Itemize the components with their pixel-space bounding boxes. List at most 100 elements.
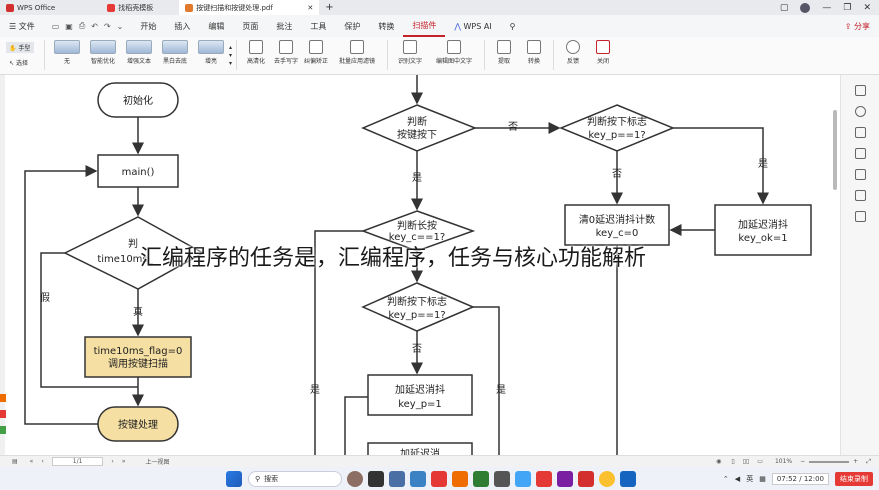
menu-start[interactable]: 开始 xyxy=(131,15,165,37)
fit-icon[interactable]: ▭ xyxy=(757,458,763,465)
undo-icon[interactable]: ↶ xyxy=(91,22,98,31)
batch-filter-label: 批量应用滤镜 xyxy=(339,58,376,65)
share-button[interactable]: ⇪ 分享 xyxy=(836,15,879,37)
windows-start-icon[interactable] xyxy=(226,470,242,487)
search-icon[interactable] xyxy=(854,106,866,117)
avatar[interactable] xyxy=(800,2,811,13)
app-icon[interactable] xyxy=(431,470,447,487)
tab-document[interactable]: 按键扫描和按键处理.pdf ✕ xyxy=(179,0,320,15)
settings-icon[interactable] xyxy=(854,85,866,96)
single-page-icon[interactable]: ▯ xyxy=(731,458,734,465)
language-indicator[interactable]: 英 xyxy=(746,474,753,484)
menu-convert[interactable]: 转换 xyxy=(369,15,403,37)
settings-icon[interactable] xyxy=(854,127,866,138)
filter-smart-button[interactable]: 智能优化 xyxy=(85,40,121,65)
filter-none-button[interactable]: 无 xyxy=(49,40,85,65)
tab-wps-home[interactable]: WPS Office xyxy=(0,0,61,15)
tab-template[interactable]: 找稻壳模板 xyxy=(101,0,159,15)
app-icon[interactable] xyxy=(515,470,531,487)
menu-edit[interactable]: 编辑 xyxy=(199,15,233,37)
close-tab-icon[interactable]: ✕ xyxy=(307,4,313,12)
redo-icon[interactable]: ↷ xyxy=(104,22,111,31)
pdf-icon xyxy=(185,3,194,12)
batch-filter-button[interactable]: 批量应用滤镜 xyxy=(331,40,383,65)
app-icon[interactable] xyxy=(368,470,384,487)
close-window-icon[interactable]: ✕ xyxy=(863,3,871,13)
edit-image-text-button[interactable]: 编辑图中文字 xyxy=(428,40,480,65)
search-icon[interactable]: ⚲ xyxy=(501,15,525,37)
zoom-in-icon[interactable]: + xyxy=(853,458,858,465)
chevron-up-icon[interactable]: ⌃ xyxy=(723,475,729,483)
main-text: main() xyxy=(122,167,155,178)
print-icon[interactable]: ⎙ xyxy=(79,21,85,31)
feedback-button[interactable]: 反馈 xyxy=(558,40,588,65)
zoom-slider[interactable] xyxy=(809,460,850,463)
extract-button[interactable]: 提取 xyxy=(489,40,519,65)
app-icon[interactable] xyxy=(347,470,363,487)
wps-icon[interactable] xyxy=(578,470,594,487)
convert-button[interactable]: 转换 xyxy=(519,40,549,65)
filter-scroll-arrows[interactable]: ▴ ▾ ▾ xyxy=(229,40,232,68)
new-tab-button[interactable]: + xyxy=(319,0,339,15)
hand-tool-button[interactable]: ✋ 手型 xyxy=(6,42,34,53)
layout-icon[interactable]: ▢ xyxy=(780,3,789,13)
app-icon[interactable] xyxy=(410,470,426,487)
filter-bw-button[interactable]: 黑白去底 xyxy=(157,40,193,65)
menu-annotate[interactable]: 批注 xyxy=(267,15,301,37)
save-icon[interactable]: ▣ xyxy=(65,22,73,31)
app-icon[interactable] xyxy=(389,470,405,487)
panel-icon[interactable] xyxy=(854,211,866,222)
prev-view-link[interactable]: 上一视图 xyxy=(145,457,169,466)
title-bar: WPS Office 找稻壳模板 按键扫描和按键处理.pdf ✕ + ▢ — ❐… xyxy=(0,0,879,15)
app-icon[interactable] xyxy=(599,470,615,487)
minimize-icon[interactable]: — xyxy=(822,3,831,13)
menu-protect[interactable]: 保护 xyxy=(335,15,369,37)
remove-handwriting-button[interactable]: 去手写字 xyxy=(271,40,301,65)
app-icon[interactable] xyxy=(452,470,468,487)
menu-file[interactable]: ☰ 文件 xyxy=(0,15,44,37)
taskbar-search[interactable]: ⚲ 搜索 xyxy=(248,470,342,487)
fullscreen-icon[interactable]: ⤢ xyxy=(866,458,871,466)
wrench-icon[interactable] xyxy=(854,190,866,201)
menu-insert[interactable]: 插入 xyxy=(165,15,199,37)
wechat-icon[interactable] xyxy=(473,470,489,487)
process-text-a: time10ms_flag=0 xyxy=(94,346,183,357)
select-tool-button[interactable]: ↖ 选择 xyxy=(6,57,34,68)
app-icon[interactable] xyxy=(620,470,636,487)
last-page-icon[interactable]: » xyxy=(122,458,126,465)
filter-bright-button[interactable]: 增亮 xyxy=(193,40,229,65)
double-page-icon[interactable]: ▯▯ xyxy=(743,458,750,465)
no-label-2: 否 xyxy=(612,168,622,180)
app-icon[interactable] xyxy=(536,470,552,487)
menu-tools[interactable]: 工具 xyxy=(301,15,335,37)
close-scan-button[interactable]: 关闭 xyxy=(588,40,618,65)
app-icon[interactable]: ▦ xyxy=(759,475,766,483)
ocr-button[interactable]: 识别文字 xyxy=(392,40,428,65)
left-edge-thumbnails[interactable] xyxy=(0,392,7,447)
zoom-out-icon[interactable]: − xyxy=(800,458,805,465)
sidebar-toggle-icon[interactable]: ▤ xyxy=(12,458,18,465)
stop-recording-button[interactable]: 结束录制 xyxy=(835,471,873,486)
first-page-icon[interactable]: « xyxy=(30,458,34,465)
volume-icon[interactable]: ◀ xyxy=(735,475,740,483)
deskew-button[interactable]: 纠偏矫正 xyxy=(301,40,331,65)
chevron-down-icon[interactable]: ⌄ xyxy=(117,22,124,31)
select-label: 选择 xyxy=(15,60,28,67)
app-icon[interactable] xyxy=(494,470,510,487)
next-page-icon[interactable]: › xyxy=(111,458,113,465)
filter-text-button[interactable]: 增强文本 xyxy=(121,40,157,65)
eye-icon[interactable]: ◉ xyxy=(716,458,721,465)
folder-icon[interactable]: ▭ xyxy=(52,22,60,31)
app-icon[interactable] xyxy=(557,470,573,487)
zoom-level[interactable]: 101% xyxy=(775,458,792,465)
menu-wps-ai[interactable]: ⋀ WPS AI xyxy=(445,15,500,37)
image-icon[interactable] xyxy=(854,148,866,159)
prev-page-icon[interactable]: ‹ xyxy=(41,458,43,465)
menu-scan[interactable]: 扫描件 xyxy=(403,15,446,37)
hd-button[interactable]: 高清化 xyxy=(241,40,271,65)
maximize-icon[interactable]: ❐ xyxy=(843,3,851,13)
page-input[interactable]: 1/1 xyxy=(51,457,104,466)
vertical-scrollbar[interactable] xyxy=(833,110,837,190)
layout-icon[interactable] xyxy=(854,169,866,180)
menu-page[interactable]: 页面 xyxy=(233,15,267,37)
